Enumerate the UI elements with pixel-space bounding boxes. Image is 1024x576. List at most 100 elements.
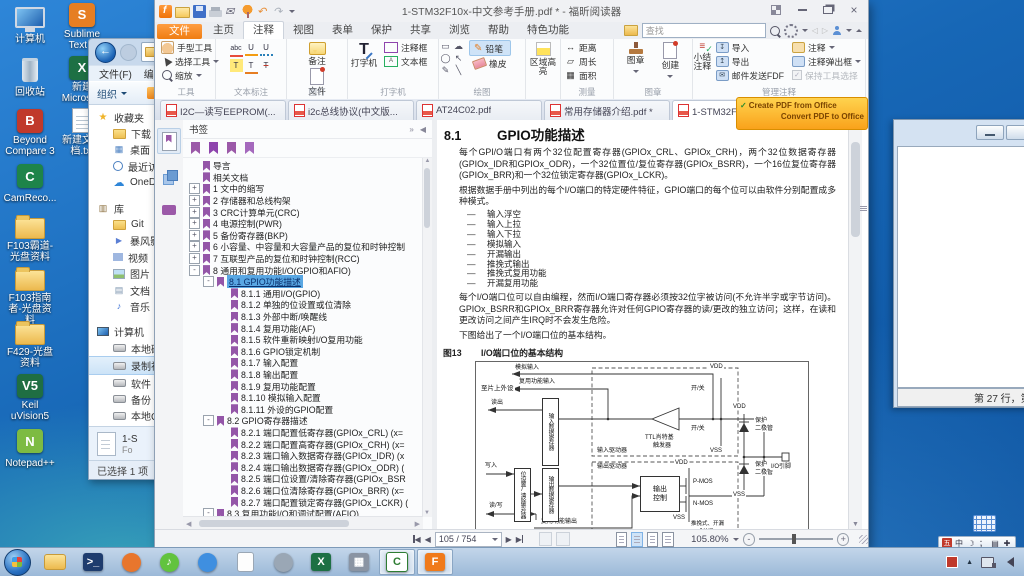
document-tab[interactable]: I2C—读写EEPROM(... × [160,100,286,120]
search-input[interactable] [642,23,766,38]
find-next-icon[interactable]: ▷ [822,26,828,35]
open-file-icon[interactable] [175,7,190,18]
document-page[interactable]: 8.1 GPIO功能描述 每个GPI/O端口有两个32位配置寄存器(GPIOx_… [437,120,848,530]
email-icon[interactable] [225,5,238,18]
bookmark-item[interactable]: 8.1.10 模拟输入配置 [183,392,423,404]
taskbar-app-button[interactable] [227,549,263,575]
underline-text-icon[interactable]: T [245,59,258,74]
zoom-slider-thumb[interactable] [792,534,796,544]
typewriter-button[interactable]: T打字机 [348,40,380,68]
bookmark-item[interactable]: + 6 小容量、中容量和大容量产品的复位和时钟控制 [183,241,423,253]
redo-icon[interactable] [273,5,286,18]
last-page-button[interactable]: ▶ [516,535,524,544]
callout-button[interactable]: 注释框 [380,40,431,54]
desktop-icon[interactable]: 计算机 [4,2,56,51]
stamp-button[interactable]: 图章 [620,40,652,76]
print-icon[interactable] [209,10,222,17]
user-avatar-icon[interactable] [832,26,842,36]
bookmark-item[interactable]: 8.1.5 软件重新映射I/O复用功能 [183,334,423,346]
single-page-view-button[interactable] [616,532,627,547]
show-hidden-icons-button[interactable]: ▲ [966,559,973,566]
next-page-button[interactable]: ▶ [506,535,512,544]
expander-icon[interactable]: - [203,276,214,287]
bookmarks-panel-button[interactable] [157,128,181,154]
desktop-icon[interactable]: V5 Keil uVision5 [4,373,56,422]
expander-icon[interactable]: + [189,207,200,218]
bookmark-item[interactable]: 8.1.2 单独的位设置或位清除 [183,299,423,311]
desktop-icon[interactable]: N Notepad++ [4,426,56,475]
area-highlight-button[interactable]: 区域高亮 [527,40,559,76]
ribbon-tab[interactable]: 主页 [204,22,243,39]
bookmark-item[interactable]: 8.1.11 外设的GPIO配置 [183,403,423,415]
search-icon[interactable] [770,26,780,36]
taskbar-app-button[interactable]: C [379,549,415,575]
oval-icon[interactable]: ◯ [439,52,452,64]
bookmark-item[interactable]: 导言 [183,160,423,172]
back-button[interactable]: ← [95,42,116,63]
underline2-icon[interactable]: U [260,41,273,56]
bookmark-options-icon[interactable] [245,142,254,154]
expand-panel-icon[interactable]: » [409,125,413,134]
bookmark-item[interactable]: + 1 文中的缩写 [183,183,423,195]
resize-grip[interactable] [859,535,868,544]
pin-icon[interactable] [241,5,254,18]
search-folder-icon[interactable] [624,25,638,36]
ribbon-tab[interactable]: 保护 [362,22,401,39]
bookmark-item[interactable]: 8.2.3 端口输入数据寄存器(GPIOx_IDR) (x [183,450,423,462]
gear-dropdown-icon[interactable] [802,29,808,35]
bookmark-item[interactable]: + 4 电源控制(PWR) [183,218,423,230]
pencil-button[interactable]: ✎铅笔 [469,40,511,56]
bookmark-item[interactable]: 8.2.1 端口配置低寄存器(GPIOx_CRL) (x= [183,427,423,439]
zoom-level[interactable]: 105.80% [691,534,729,545]
desktop-icon[interactable]: C CamReco... [4,161,56,210]
zoom-out-button[interactable]: - [743,533,755,546]
bookmark-item[interactable]: 8.2.2 端口配置高寄存器(GPIOx_CRH) (x= [183,438,423,450]
note-button[interactable]: 备注 [301,40,333,66]
taskbar-app-button[interactable] [113,549,149,575]
ribbon-tab[interactable]: 帮助 [479,22,518,39]
expander-icon[interactable]: + [189,241,200,252]
bookmark-item[interactable]: 8.1.3 外部中断/唤醒线 [183,311,423,323]
expander-icon[interactable]: + [189,253,200,264]
desktop-icon[interactable]: F103指南者-光盘资料 [4,267,56,316]
polygon-icon[interactable]: ✎ [439,64,452,76]
zoom-tool-button[interactable]: 缩放 [157,68,215,82]
create-stamp-button[interactable]: 创建 [654,40,686,81]
taskbar-app-button[interactable]: F [417,549,453,575]
qat-dropdown-icon[interactable] [289,10,295,16]
rectangle-icon[interactable]: ▭ [439,40,452,52]
perimeter-button[interactable]: ▱周长 [561,54,613,68]
comment-popup-button[interactable]: 注释弹出框 [788,54,865,68]
forward-button[interactable] [120,44,137,61]
ribbon-tab[interactable]: 浏览 [440,22,479,39]
continuous-facing-view-button[interactable] [662,532,673,547]
expander-icon[interactable]: + [189,230,200,241]
comments-button[interactable]: 注释 [788,40,865,54]
import-button[interactable]: ↧导入 [712,40,788,54]
user-dropdown-icon[interactable] [846,29,852,35]
menu-item[interactable]: 文件(F) [99,66,132,81]
edit-bookmark-icon[interactable] [227,142,236,154]
ribbon-tab[interactable]: 特色功能 [518,22,578,39]
save-icon[interactable] [193,5,206,18]
create-pdf-from-office-button[interactable]: ✓Create PDF from Office Convert PDF to O… [736,97,868,130]
zoom-slider[interactable] [759,538,833,540]
bookmark-item[interactable]: 8.1.6 GPIO锁定机制 [183,346,423,358]
squiggly-icon[interactable]: abc [230,42,243,57]
previous-page-button[interactable]: ◀ [425,535,431,544]
bookmark-item[interactable]: 8.2.4 端口输出数据寄存器(GPIOx_ODR) ( [183,461,423,473]
keep-tool-selected-checkbox[interactable]: ✓保持工具选择 [788,68,865,82]
area-button[interactable]: ▦面积 [561,68,613,82]
taskbar-app-button[interactable]: >_ [75,549,111,575]
add-bookmark-icon[interactable] [209,142,218,154]
bookmark-item[interactable]: 8.1.7 输入配置 [183,357,423,369]
continuous-view-button[interactable] [631,532,642,547]
expander-icon[interactable]: + [189,195,200,206]
gear-icon[interactable] [784,24,798,38]
document-tab[interactable]: i2c总线协议(中文版... × [288,100,414,120]
layers-panel-button[interactable] [158,164,180,188]
restore-button[interactable] [818,3,838,17]
ribbon-tab[interactable]: 注释 [243,21,284,39]
taskbar-app-button[interactable]: X [303,549,339,575]
underline-icon[interactable]: U [245,41,258,56]
